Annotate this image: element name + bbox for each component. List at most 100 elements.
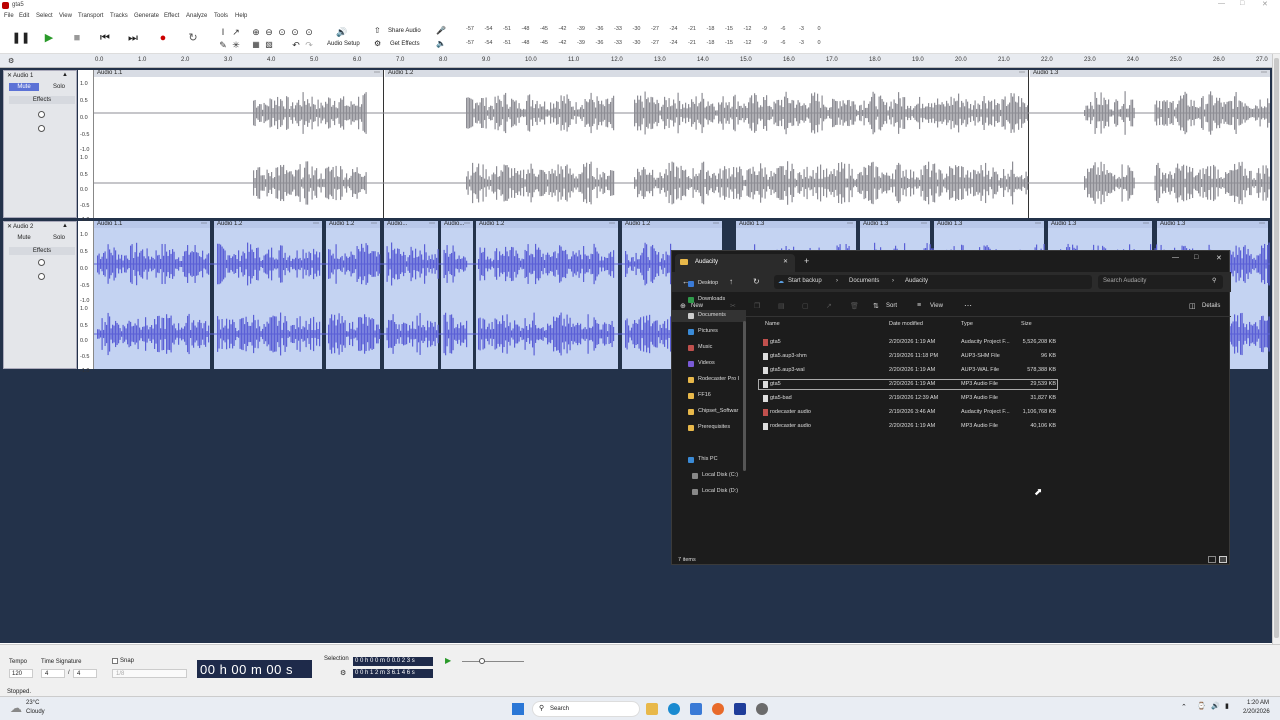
pause-icon[interactable]: ❚❚ [11, 28, 31, 48]
clip-label[interactable]: Audio 1.2 [329, 221, 354, 227]
view-button[interactable]: View [930, 303, 943, 309]
weather-temp[interactable]: 23°C [26, 700, 39, 706]
breadcrumb-documents[interactable]: Documents [849, 278, 879, 284]
clock-date[interactable]: 2/20/2026 [1243, 709, 1270, 715]
wifi-icon[interactable]: ⌚ [1197, 702, 1206, 710]
menu-help[interactable]: Help [235, 13, 247, 19]
play-at-speed-icon[interactable]: ▶ [445, 656, 451, 665]
weather-desc[interactable]: Cloudy [26, 709, 45, 715]
address-bar[interactable]: ☁ Start backup › Documents › Audacity [774, 275, 1092, 289]
nav-item[interactable]: Local Disk (C:) [672, 470, 746, 482]
effects-button[interactable]: Effects [9, 96, 75, 104]
snap-select[interactable]: 1/8 [112, 669, 187, 678]
gain-slider[interactable] [38, 259, 45, 266]
menu-generate[interactable]: Generate [134, 13, 159, 19]
pan-slider[interactable] [38, 125, 45, 132]
mute-button[interactable]: Mute [9, 83, 39, 91]
nav-item[interactable]: This PC [672, 454, 746, 466]
speed-slider-thumb[interactable] [479, 658, 485, 664]
mute-button[interactable]: Mute [9, 234, 39, 242]
weather-icon[interactable]: ☁ [10, 701, 22, 715]
skip-end-icon[interactable]: ⏭ [123, 28, 143, 48]
selection-settings-icon[interactable]: ⚙ [340, 669, 346, 677]
record-icon[interactable]: ● [153, 28, 173, 48]
clip-menu-icon[interactable]: ⋯ [313, 221, 319, 228]
clip-label[interactable]: Audio 1.3 [1160, 221, 1185, 227]
maximize-button[interactable]: □ [1240, 0, 1244, 7]
track-menu-icon[interactable]: ▲ [62, 72, 68, 78]
nav-item[interactable]: Desktop [672, 278, 746, 290]
menu-file[interactable]: File [4, 13, 14, 19]
clip-menu-icon[interactable]: ⋯ [609, 221, 615, 228]
audacity-icon[interactable] [734, 703, 746, 715]
clock-time[interactable]: 1:20 AM [1247, 700, 1269, 706]
vertical-scrollbar[interactable] [1272, 54, 1280, 644]
clip-label[interactable]: Audio... [444, 221, 464, 227]
clip-label[interactable]: Audio 1.3 [863, 221, 888, 227]
paste-icon[interactable]: ▤ [778, 302, 785, 310]
column-header[interactable]: Name [765, 321, 780, 327]
timesig-numerator[interactable]: 4 [41, 669, 65, 678]
clip-label[interactable]: Audio 1.3 [937, 221, 962, 227]
menu-tools[interactable]: Tools [214, 13, 228, 19]
selection-start[interactable]: 0 0 h 0 0 m 0 0.0 2 3 s [353, 657, 433, 666]
menu-analyze[interactable]: Analyze [186, 13, 207, 19]
clip-menu-icon[interactable]: ⋯ [464, 221, 470, 228]
track-name[interactable]: Audio 2 [13, 224, 33, 230]
close-button[interactable]: ✕ [1216, 254, 1222, 262]
timeline-ruler[interactable]: ⚙ 0.0 1.0 2.0 3.0 4.0 5.0 6.0 7.0 8.0 9.0 10.0 11.0… [0, 54, 1280, 68]
timeline-settings-icon[interactable]: ⚙ [8, 57, 14, 65]
nav-item[interactable]: Local Disk (D:) [672, 486, 746, 498]
edge-icon[interactable] [668, 703, 680, 715]
tempo-field[interactable]: 120 [9, 669, 33, 678]
clip-menu-icon[interactable]: ⋯ [1259, 221, 1265, 228]
clip-menu-icon[interactable]: ⋯ [921, 221, 927, 228]
redo-icon[interactable]: ↷ [299, 35, 319, 55]
volume-icon[interactable]: 🔊 [1211, 702, 1220, 710]
clip-label[interactable]: Audio 1.3 [1033, 70, 1058, 76]
clip-label[interactable]: Audio 1.3 [739, 221, 764, 227]
stop-icon[interactable]: ■ [67, 28, 87, 48]
solo-button[interactable]: Solo [44, 83, 74, 91]
clip-menu-icon[interactable]: ⋯ [201, 221, 207, 228]
snap-checkbox[interactable] [112, 658, 118, 664]
share-audio-button[interactable]: Share Audio [388, 28, 421, 34]
clip-label[interactable]: Audio 1.1 [97, 70, 122, 76]
clip-label[interactable]: Audio 1.1 [97, 221, 122, 227]
share-icon[interactable]: ↗ [826, 302, 832, 310]
clip-label[interactable]: Audio 1.2 [625, 221, 650, 227]
effects-button[interactable]: Effects [9, 247, 75, 255]
menu-select[interactable]: Select [36, 13, 53, 19]
tiles-view-icon[interactable] [1219, 556, 1227, 563]
maximize-button[interactable]: □ [1194, 254, 1198, 261]
track-menu-icon[interactable]: ▲ [62, 223, 68, 229]
solo-button[interactable]: Solo [44, 234, 74, 242]
clip-label[interactable]: Audio 1.2 [217, 221, 242, 227]
column-header[interactable]: Date modified [889, 321, 923, 327]
refresh-icon[interactable]: ↻ [753, 277, 760, 286]
nav-item[interactable]: Documents [672, 310, 746, 322]
loop-icon[interactable]: ↻ [183, 28, 203, 48]
menu-effect[interactable]: Effect [164, 13, 179, 19]
column-header[interactable]: Type [961, 321, 973, 327]
store-icon[interactable] [690, 703, 702, 715]
playback-speed-slider[interactable] [462, 661, 524, 662]
clip-menu-icon[interactable]: ⋯ [713, 221, 719, 228]
search-box[interactable]: Search Audacity ⚲ [1098, 275, 1223, 289]
get-effects-button[interactable]: Get Effects [390, 41, 420, 47]
clip-label[interactable]: Audio... [387, 221, 407, 227]
start-icon[interactable] [512, 703, 524, 715]
clip-menu-icon[interactable]: ⋯ [847, 221, 853, 228]
silence-icon[interactable]: ▧ [259, 35, 279, 55]
settings-icon[interactable] [756, 703, 768, 715]
file-explorer-icon[interactable] [646, 703, 658, 715]
audio-setup-button[interactable]: Audio Setup [327, 41, 360, 47]
close-track-icon[interactable]: ✕ [7, 223, 12, 230]
more-icon[interactable]: ⋯ [964, 301, 972, 310]
clip-label[interactable]: Audio 1.3 [1051, 221, 1076, 227]
rename-icon[interactable]: ▢ [802, 302, 809, 310]
track-name[interactable]: Audio 1 [13, 73, 33, 79]
close-button[interactable]: ✕ [1262, 0, 1268, 8]
menu-edit[interactable]: Edit [19, 13, 29, 19]
play-icon[interactable]: ▶ [39, 28, 59, 48]
